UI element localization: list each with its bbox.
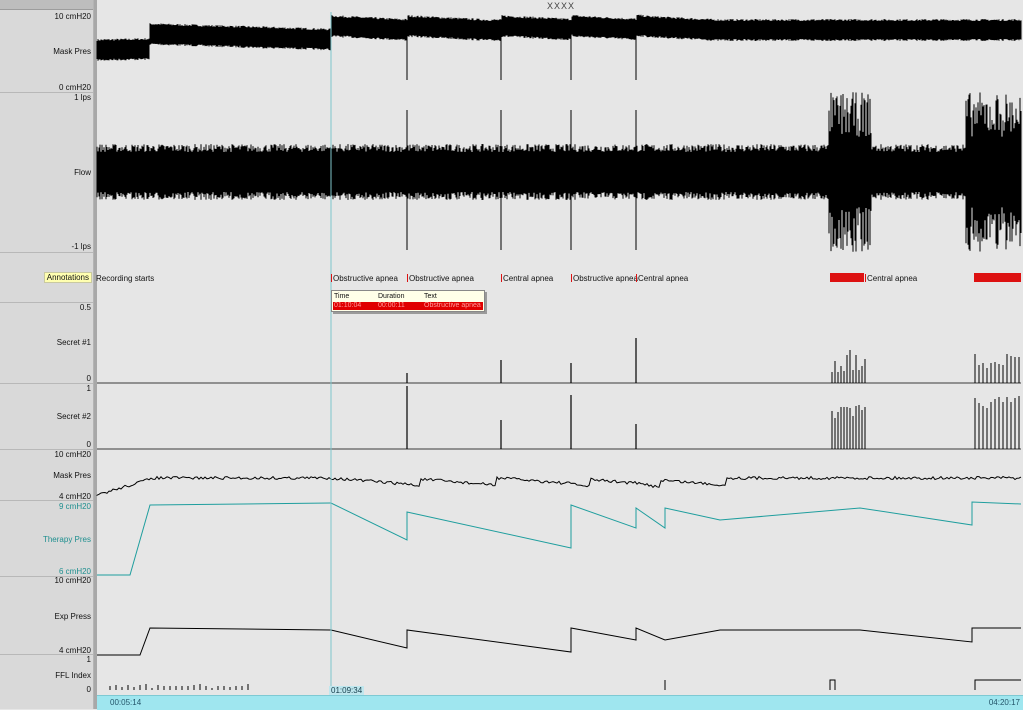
popup-header: Time Duration Text bbox=[332, 293, 484, 301]
annotation-event[interactable]: Obstructive apnea bbox=[407, 274, 474, 283]
popup-row-text: Obstructive apnea bbox=[424, 302, 481, 309]
mask-pres-trace bbox=[96, 14, 1022, 61]
annotation-popup[interactable]: Time Duration Text 01:10:04 00:00:11 Obs… bbox=[331, 290, 485, 312]
annotation-event[interactable]: Central apnea bbox=[865, 274, 917, 283]
window-title: XXXX bbox=[547, 1, 576, 11]
popup-col-text: Text bbox=[424, 293, 437, 300]
annotation-event[interactable]: Central apnea bbox=[501, 274, 553, 283]
cursor-time-readout: 01:09:34 bbox=[329, 686, 365, 695]
mask-pres-2-trace bbox=[96, 475, 1022, 496]
popup-col-duration: Duration bbox=[378, 293, 405, 300]
annotation-event[interactable]: Obstructive apnea bbox=[331, 274, 398, 283]
popup-col-time: Time bbox=[334, 293, 350, 300]
waveform-plot[interactable] bbox=[0, 0, 1023, 709]
popup-row-duration: 00:00:11 bbox=[378, 302, 405, 309]
annotation-event[interactable]: Central apnea bbox=[636, 274, 688, 283]
annotation-event-cluster bbox=[974, 273, 1021, 282]
popup-row-selected[interactable]: 01:10:04 00:00:11 Obstructive apnea bbox=[333, 302, 483, 310]
ffl-blip bbox=[974, 679, 1021, 690]
ffl-blip bbox=[829, 679, 836, 690]
annotation-event[interactable]: Obstructive apnea bbox=[571, 274, 638, 283]
exp-press-trace bbox=[97, 627, 1021, 656]
therapy-pres-trace bbox=[97, 501, 1022, 576]
flow-trace bbox=[96, 92, 1022, 252]
timeline-bar[interactable]: 00:05:14 04:20:17 bbox=[97, 695, 1023, 710]
popup-row-time: 01:10:04 bbox=[334, 302, 362, 309]
annotation-event-cluster bbox=[830, 273, 864, 282]
annotation-recording-starts[interactable]: Recording starts bbox=[96, 274, 154, 283]
timeline-end: 04:20:17 bbox=[988, 698, 1020, 707]
timeline-start: 00:05:14 bbox=[110, 698, 142, 707]
